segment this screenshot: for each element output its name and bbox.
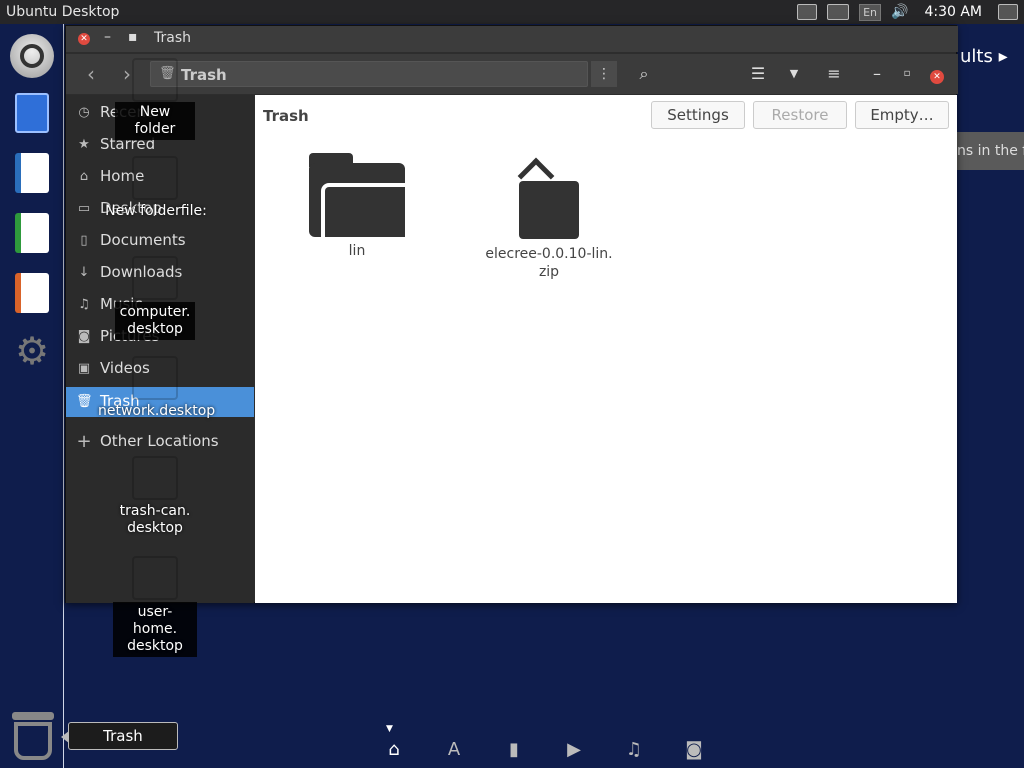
view-options-chevron-down-icon[interactable]: ▼ (779, 61, 809, 87)
file-manager-window: ✕ – ▪ Trash ‹ › 🗑 Trash ⋮ ⌕ ☰ ▼ ≡ – ▫ ✕ … (65, 25, 958, 603)
desktop-label-new-folder-file: New folderfile: (105, 203, 207, 219)
clock-icon: ◷ (78, 105, 90, 120)
launcher-tooltip: Trash (61, 722, 178, 750)
desktop-label-new-folder: New folder (115, 102, 195, 140)
archive-zip-icon (517, 157, 579, 239)
file-item-archive[interactable]: elecree-0.0.10-lin. zip (479, 157, 619, 281)
desktop-icon-computer[interactable] (132, 256, 178, 300)
desktop-icon-new-folder[interactable] (132, 58, 178, 102)
documents-icon: ▯ (80, 233, 88, 248)
content-location-label: Trash (263, 107, 309, 125)
files-app-icon[interactable] (12, 92, 52, 134)
desktop-label-trash-can: trash-can. desktop (119, 503, 191, 536)
desktop-label-computer: computer. desktop (115, 302, 195, 340)
home-icon: ⌂ (79, 169, 89, 184)
star-icon: ★ (78, 137, 90, 152)
system-tray: En 🔊 4:30 AM (797, 0, 1018, 24)
launcher: ⚙ (0, 24, 64, 768)
desktop-icon-trash-can[interactable] (132, 456, 178, 500)
desktop-label-user-home: user-home. desktop (113, 602, 197, 657)
file-item-folder[interactable]: lin (307, 153, 407, 259)
path-label: Trash (181, 66, 227, 84)
hamburger-menu-button[interactable]: ≡ (819, 61, 849, 87)
plus-icon: + (76, 431, 92, 452)
calc-app-icon[interactable] (12, 212, 52, 254)
language-indicator[interactable]: En (859, 3, 882, 21)
sidebar-item-other-locations[interactable]: + Other Locations (66, 427, 254, 457)
files-lens-icon[interactable]: ▮ (502, 738, 526, 762)
folder-icon: ▭ (77, 201, 91, 216)
trash-content-area: Trash Settings Restore Empty… lin elecre… (255, 95, 957, 603)
empty-trash-button[interactable]: Empty… (855, 101, 949, 129)
close-circle-icon: ✕ (930, 70, 944, 84)
path-menu-button[interactable]: ⋮ (591, 61, 617, 87)
desktop-hint-text: ns in the f (957, 132, 1024, 170)
folder-icon (309, 153, 405, 237)
writer-app-icon[interactable] (12, 152, 52, 194)
photo-lens-icon[interactable]: ◙ (682, 738, 706, 762)
network-icon[interactable] (827, 4, 850, 20)
home-lens-icon[interactable]: ⌂ (382, 738, 406, 762)
restore-button[interactable]: Restore (753, 101, 847, 129)
desktop-icon-network[interactable] (132, 356, 178, 400)
restore-icon[interactable]: ▪ (128, 29, 138, 45)
ubuntu-logo-icon[interactable] (10, 34, 54, 78)
desktop-results-text: ults ▸ (960, 46, 1008, 67)
music-lens-icon[interactable]: ♫ (622, 738, 646, 762)
keyboard-icon[interactable] (797, 4, 818, 20)
desktop-label-network: network.desktop (98, 403, 216, 419)
window-title: Trash (154, 30, 191, 46)
video-lens-icon[interactable]: ▶ (562, 738, 586, 762)
file-name: elecree-0.0.10-lin. zip (485, 246, 613, 280)
path-bar[interactable]: 🗑 Trash (150, 61, 588, 87)
clock[interactable]: 4:30 AM (924, 4, 982, 20)
minimize-icon[interactable]: – (104, 29, 111, 45)
impress-app-icon[interactable] (12, 272, 52, 314)
settings-gear-icon[interactable]: ⚙ (12, 329, 52, 373)
file-name: lin (348, 243, 366, 259)
header-bar: ‹ › 🗑 Trash ⋮ ⌕ ☰ ▼ ≡ – ▫ ✕ (66, 54, 958, 94)
volume-icon[interactable]: 🔊 (891, 4, 908, 20)
session-icon[interactable] (998, 4, 1018, 20)
camera-icon: ◙ (77, 329, 91, 344)
list-view-button[interactable]: ☰ (743, 61, 773, 87)
window-minimize-button[interactable]: – (862, 61, 892, 87)
trash-icon: 🗑 (76, 394, 93, 409)
panel-title: Ubuntu Desktop (6, 4, 120, 20)
launcher-trash-icon[interactable] (10, 712, 56, 760)
window-close-button[interactable]: ✕ (922, 61, 952, 87)
window-titlebar[interactable]: ✕ – ▪ Trash (66, 26, 958, 52)
settings-button[interactable]: Settings (651, 101, 745, 129)
sidebar-item-documents[interactable]: ▯ Documents (66, 226, 254, 256)
dash-lens-bar: ⌂ A ▮ ▶ ♫ ◙ (372, 736, 724, 764)
apps-lens-icon[interactable]: A (442, 738, 466, 762)
desktop-icon-new-folder-file[interactable] (132, 156, 178, 200)
top-panel: Ubuntu Desktop En 🔊 4:30 AM (0, 0, 1024, 24)
music-icon: ♫ (78, 297, 90, 312)
download-icon: ↓ (78, 265, 90, 280)
video-icon: ▣ (77, 361, 91, 376)
close-icon[interactable]: ✕ (78, 33, 90, 45)
back-button[interactable]: ‹ (76, 60, 106, 88)
dash-indicator-arrow: ▼ (386, 724, 393, 734)
window-restore-button[interactable]: ▫ (892, 61, 922, 87)
desktop-icon-user-home[interactable] (132, 556, 178, 600)
search-button[interactable]: ⌕ (629, 61, 659, 87)
